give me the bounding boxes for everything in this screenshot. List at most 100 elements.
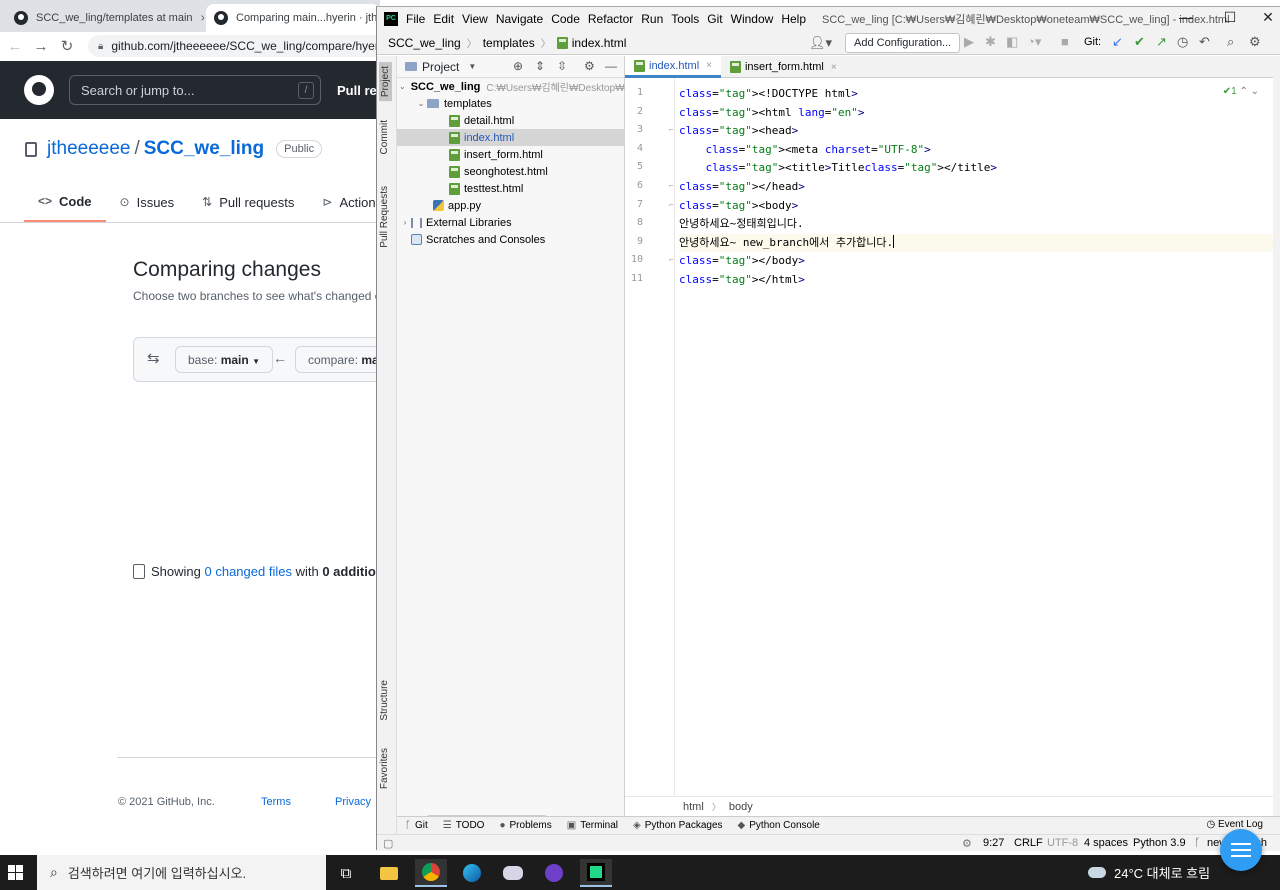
weather-widget[interactable]: 24°C 대체로 흐림 bbox=[1088, 863, 1210, 882]
tab-pull-requests[interactable]: ⇅ Pull requests bbox=[188, 186, 308, 222]
chevron-down-icon[interactable]: ⌄ bbox=[399, 82, 406, 91]
stripe-project[interactable]: Project bbox=[379, 62, 392, 102]
tree-item-external-libraries[interactable]: › External Libraries bbox=[397, 214, 625, 231]
close-tab-icon[interactable]: × bbox=[706, 60, 712, 71]
git-commit-icon[interactable]: ✔ bbox=[1134, 34, 1145, 50]
code-line[interactable]: class="tag"><head> bbox=[679, 122, 1273, 140]
expand-all-icon[interactable]: ⇕ bbox=[535, 59, 545, 73]
search-icon[interactable]: ⌕ bbox=[1227, 34, 1234, 50]
menu-help[interactable]: Help bbox=[781, 12, 806, 26]
pycharm-taskbar-icon[interactable] bbox=[580, 859, 612, 887]
menu-git[interactable]: Git bbox=[707, 12, 722, 26]
git-update-icon[interactable]: ↙ bbox=[1112, 34, 1123, 50]
line-separator[interactable]: CRLF bbox=[1014, 837, 1043, 849]
settings-gear-icon[interactable]: ⚙ bbox=[584, 59, 595, 73]
menu-run[interactable]: Run bbox=[641, 12, 663, 26]
tree-item-testtest[interactable]: testtest.html bbox=[397, 180, 625, 197]
compare-branch-select[interactable]: compare: main bbox=[295, 346, 380, 373]
fold-marker-icon[interactable]: ⌐ bbox=[669, 125, 674, 134]
github-logo-icon[interactable] bbox=[24, 75, 54, 105]
user-icon[interactable]: 👤︎▾ bbox=[809, 35, 832, 51]
back-arrow-icon[interactable]: ← bbox=[2, 38, 28, 55]
tool-python-packages[interactable]: ◈ Python Packages bbox=[633, 820, 723, 831]
code-line[interactable]: class="tag"><meta charset="UTF-8"> bbox=[679, 141, 1273, 159]
stripe-favorites[interactable]: Favorites bbox=[379, 748, 390, 789]
menu-navigate[interactable]: Navigate bbox=[496, 12, 543, 26]
chrome-icon[interactable] bbox=[415, 859, 447, 887]
menu-tools[interactable]: Tools bbox=[671, 12, 699, 26]
code-line[interactable]: class="tag"><body> bbox=[679, 197, 1273, 215]
rollback-icon[interactable]: ↶ bbox=[1199, 34, 1210, 50]
settings-gear-icon[interactable]: ⚙ bbox=[1249, 34, 1261, 50]
code-line[interactable]: class="tag"><title>Titleclass="tag"></ti… bbox=[679, 159, 1273, 177]
task-view-icon[interactable]: ⧉ bbox=[330, 859, 362, 887]
edge-icon[interactable] bbox=[456, 859, 488, 887]
menu-file[interactable]: File bbox=[406, 12, 425, 26]
code-line[interactable]: class="tag"><html lang="en"> bbox=[679, 104, 1273, 122]
caret-down-icon[interactable]: ▼ bbox=[468, 62, 476, 71]
tree-item-root[interactable]: ⌄ SCC_we_ling C:₩Users₩김혜린₩Desktop₩onete… bbox=[397, 78, 733, 95]
code-line[interactable]: class="tag"></head> bbox=[679, 178, 1273, 196]
reload-icon[interactable]: ↻ bbox=[54, 37, 80, 55]
code-line[interactable]: class="tag"></body> bbox=[679, 252, 1273, 270]
crumb-templates[interactable]: templates bbox=[483, 36, 535, 50]
caret-position[interactable]: 9:27 bbox=[983, 837, 1004, 849]
git-push-icon[interactable]: ↗ bbox=[1156, 34, 1167, 50]
tool-python-console[interactable]: ◆ Python Console bbox=[738, 820, 820, 831]
changed-files-link[interactable]: 0 changed files bbox=[205, 564, 292, 579]
event-log-button[interactable]: ◷ Event Log bbox=[1206, 819, 1263, 830]
tab-actions[interactable]: ⊳ Actions bbox=[308, 186, 380, 222]
code-line[interactable]: class="tag"><!DOCTYPE html> bbox=[679, 85, 1273, 103]
close-window-icon[interactable]: ✕ bbox=[1249, 9, 1280, 29]
floating-menu-button[interactable] bbox=[1220, 829, 1262, 871]
menu-refactor[interactable]: Refactor bbox=[588, 12, 633, 26]
menu-edit[interactable]: Edit bbox=[433, 12, 454, 26]
debug-icon[interactable]: ✱ bbox=[985, 34, 996, 50]
minimize-icon[interactable]: — bbox=[1167, 9, 1205, 29]
code-editor[interactable]: ✔1 ⌃ ⌄ class="tag"><!DOCTYPE html> class=… bbox=[675, 78, 1273, 796]
profile-icon[interactable]: ◔▾ bbox=[1027, 34, 1041, 50]
tool-git[interactable]: ᚴ Git bbox=[405, 820, 428, 831]
python-interpreter[interactable]: Python 3.9 bbox=[1133, 837, 1186, 849]
tool-terminal[interactable]: ▣ Terminal bbox=[567, 820, 618, 831]
taskbar-search-input[interactable]: ⌕ 검색하려면 여기에 입력하십시오. bbox=[37, 855, 326, 890]
code-line[interactable]: 안녕하세요~ new_branch에서 추가합니다. bbox=[679, 233, 1273, 252]
stripe-pull-requests[interactable]: Pull Requests bbox=[379, 186, 390, 248]
tree-item-scratches[interactable]: Scratches and Consoles bbox=[397, 231, 625, 248]
fold-marker-icon[interactable]: ⌐ bbox=[669, 181, 674, 190]
fold-marker-icon[interactable]: ⌐ bbox=[669, 255, 674, 264]
crumb-body[interactable]: body bbox=[729, 801, 753, 813]
footer-terms-link[interactable]: Terms bbox=[261, 796, 291, 808]
stripe-structure[interactable]: Structure bbox=[379, 680, 390, 721]
github-desktop-icon[interactable] bbox=[538, 859, 570, 887]
maximize-icon[interactable]: ☐ bbox=[1211, 9, 1249, 29]
file-encoding[interactable]: UTF-8 bbox=[1047, 837, 1078, 849]
tree-item-index[interactable]: index.html bbox=[397, 129, 625, 146]
browser-tab-compare[interactable]: Comparing main...hyerin · jtheeeeee/SCC_… bbox=[206, 4, 380, 32]
tab-code[interactable]: <> Code bbox=[24, 186, 106, 222]
forward-arrow-icon[interactable]: → bbox=[28, 38, 54, 55]
repo-owner-link[interactable]: jtheeeeee bbox=[47, 138, 130, 160]
app-icon[interactable] bbox=[497, 859, 529, 887]
repo-name-link[interactable]: SCC_we_ling bbox=[144, 138, 264, 160]
menu-code[interactable]: Code bbox=[551, 12, 580, 26]
tree-item-insert-form[interactable]: insert_form.html bbox=[397, 146, 625, 163]
close-tab-icon[interactable]: × bbox=[201, 11, 204, 25]
code-line[interactable]: 안녕하세요~정태희입니다. bbox=[679, 215, 1273, 233]
menu-view[interactable]: View bbox=[462, 12, 488, 26]
tree-item-detail[interactable]: detail.html bbox=[397, 112, 625, 129]
history-icon[interactable]: ◷ bbox=[1177, 34, 1188, 50]
nav-pull-requests[interactable]: Pull requests bbox=[337, 83, 380, 98]
menu-window[interactable]: Window bbox=[731, 12, 774, 26]
footer-privacy-link[interactable]: Privacy bbox=[335, 796, 371, 808]
collapse-all-icon[interactable]: ⇳ bbox=[557, 59, 567, 73]
tool-problems[interactable]: ● Problems bbox=[499, 820, 551, 831]
crumb-html[interactable]: html bbox=[683, 801, 704, 813]
chevron-down-icon[interactable]: ⌄ bbox=[415, 99, 427, 108]
close-tab-icon[interactable]: × bbox=[831, 62, 837, 73]
add-configuration-button[interactable]: Add Configuration... bbox=[845, 33, 961, 53]
project-view-select[interactable]: Project bbox=[422, 60, 459, 74]
editor-tab-insert-form[interactable]: insert_form.html × bbox=[721, 56, 846, 78]
code-line[interactable]: class="tag"></html> bbox=[679, 271, 1273, 289]
tool-todo[interactable]: ☰ TODO bbox=[443, 820, 485, 831]
